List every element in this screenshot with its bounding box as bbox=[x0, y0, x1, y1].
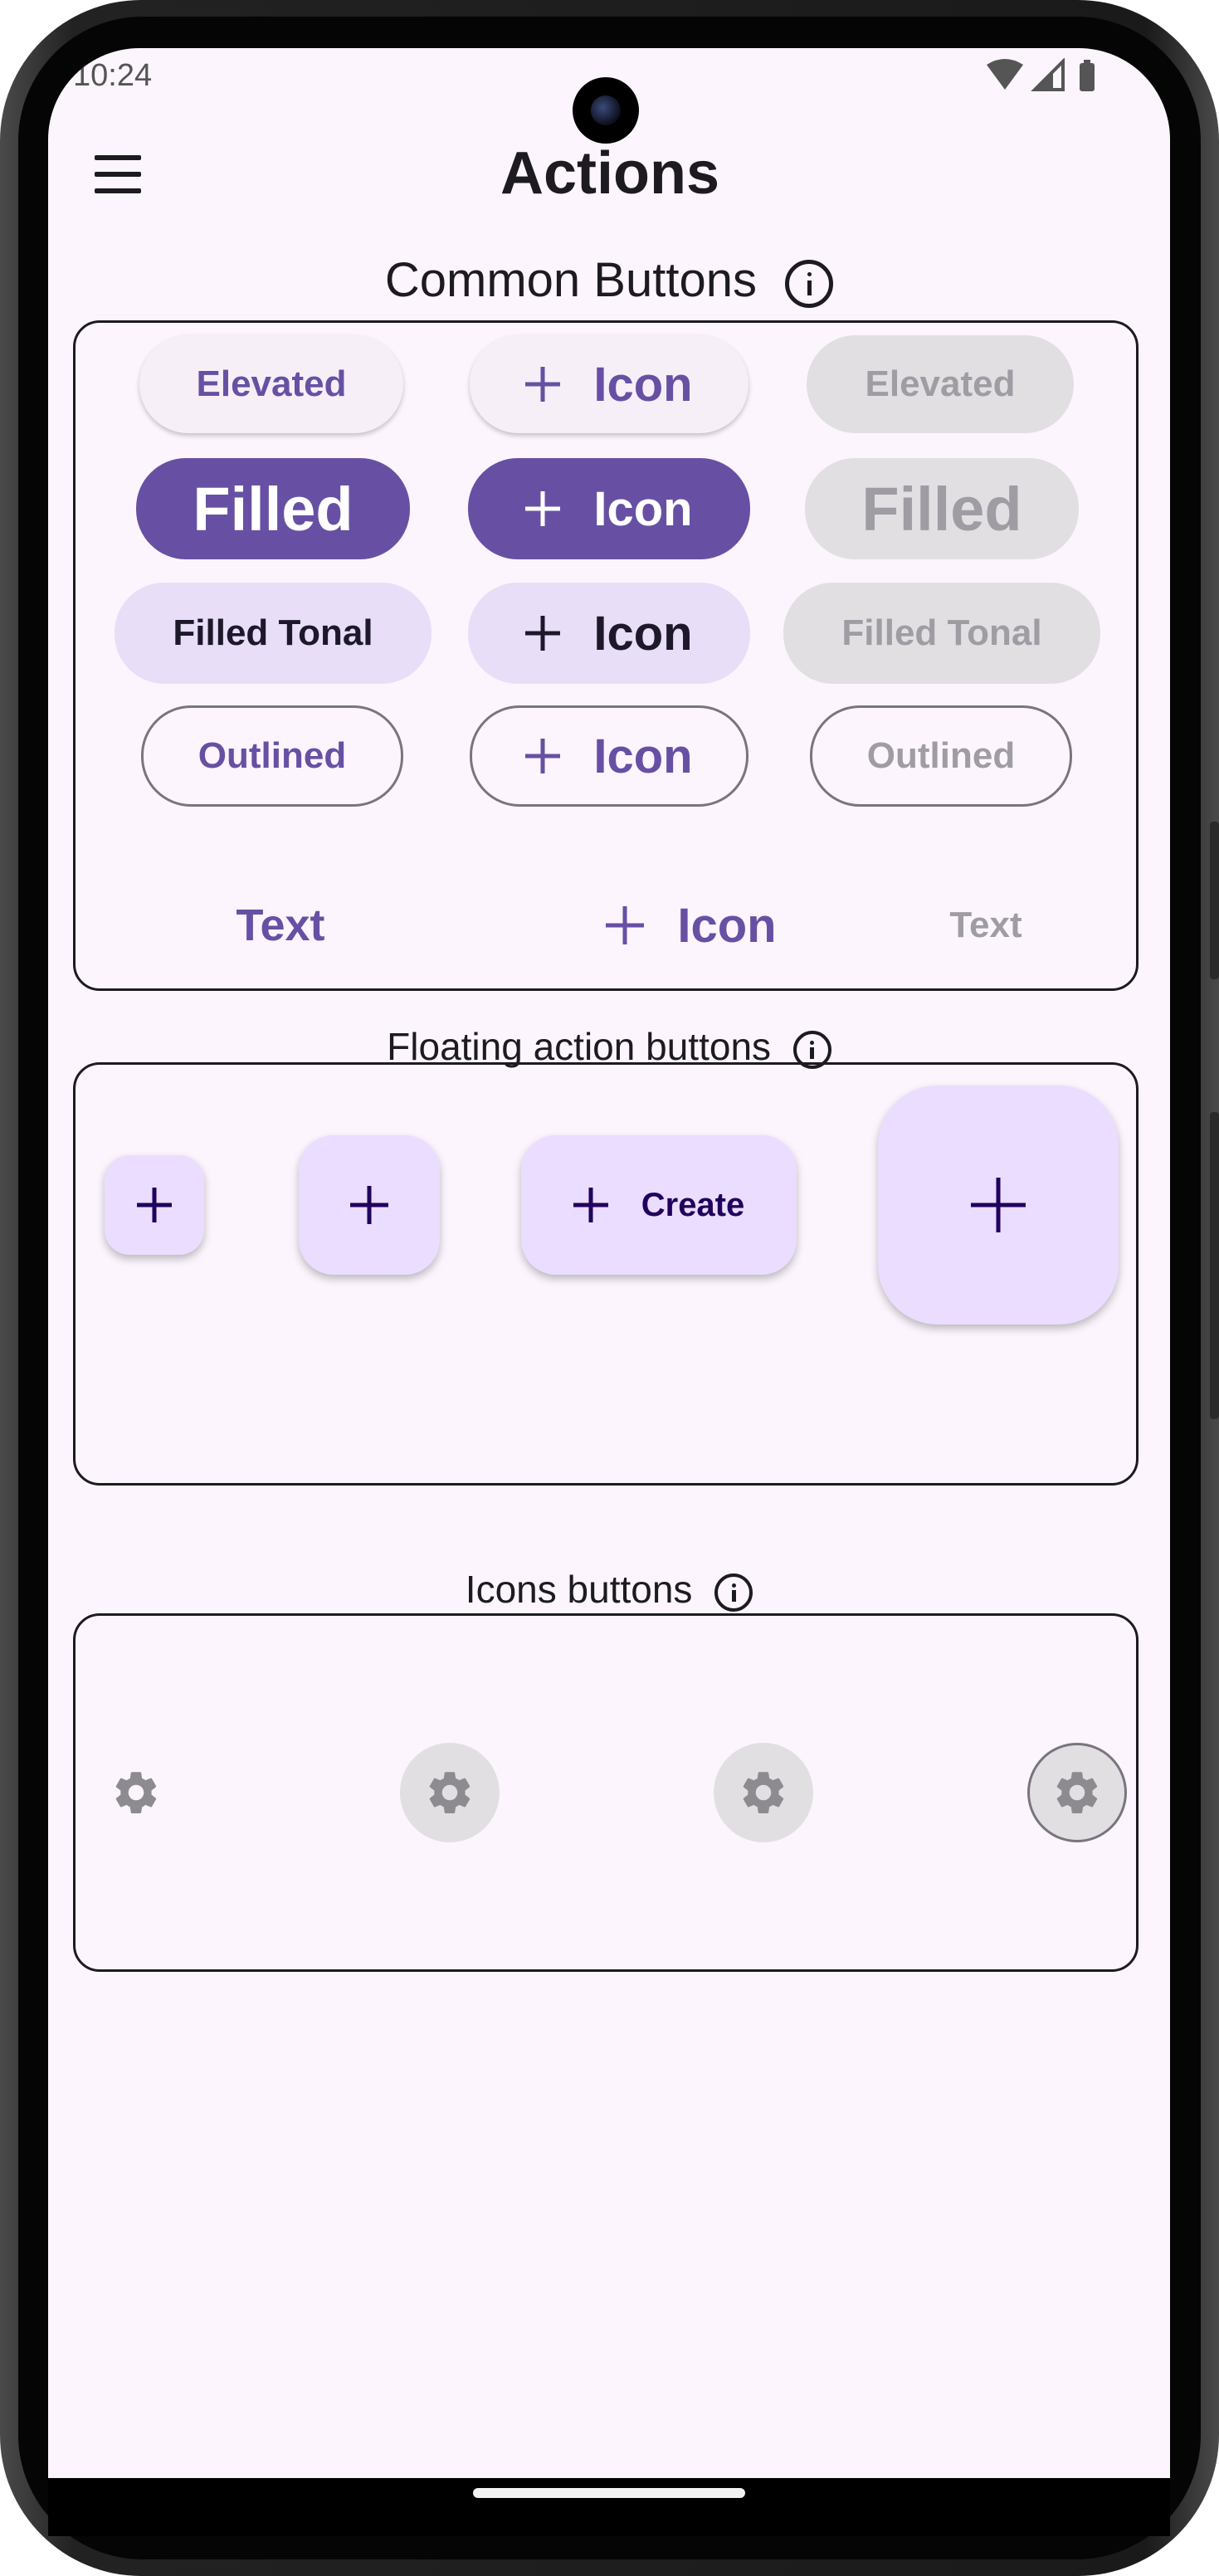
section-title-icons: Icons buttons bbox=[48, 1567, 1170, 1612]
menu-icon[interactable] bbox=[91, 154, 144, 197]
section-title-common-label: Common Buttons bbox=[384, 253, 757, 307]
screen: 10:24 Actions Common Buttons Elevated Ic… bbox=[48, 48, 1170, 2478]
plus-icon bbox=[525, 616, 560, 651]
fab[interactable] bbox=[299, 1135, 440, 1275]
page-title: Actions bbox=[500, 140, 720, 207]
elevated-button-disabled[interactable]: Elevated bbox=[807, 335, 1074, 433]
wifi-icon bbox=[987, 59, 1023, 90]
plus-icon bbox=[525, 367, 560, 402]
plus-icon bbox=[525, 739, 560, 773]
filled-tonal-icon-button[interactable]: Icon bbox=[468, 583, 750, 684]
info-icon[interactable] bbox=[785, 259, 834, 308]
text-button[interactable]: Text bbox=[197, 880, 363, 971]
power-button bbox=[1210, 1112, 1219, 1419]
section-title-icons-label: Icons buttons bbox=[465, 1568, 693, 1611]
elevated-icon-button[interactable]: Icon bbox=[470, 335, 748, 433]
extended-fab-label: Create bbox=[641, 1186, 745, 1223]
icon-button-standard[interactable] bbox=[86, 1743, 186, 1842]
icon-button-tonal[interactable] bbox=[714, 1743, 813, 1842]
battery-icon bbox=[1080, 63, 1095, 91]
plus-icon bbox=[350, 1186, 388, 1224]
plus-icon bbox=[606, 906, 644, 944]
icon-buttons-card bbox=[73, 1613, 1139, 1972]
extended-fab[interactable]: Create bbox=[521, 1135, 797, 1275]
text-icon-button[interactable]: Icon bbox=[554, 880, 828, 971]
large-fab[interactable] bbox=[878, 1086, 1119, 1325]
section-title-common: Common Buttons bbox=[48, 252, 1170, 308]
elevated-button[interactable]: Elevated bbox=[139, 335, 403, 433]
gear-icon bbox=[429, 1772, 471, 1814]
status-time: 10:24 bbox=[73, 58, 153, 93]
filled-tonal-button[interactable]: Filled Tonal bbox=[115, 583, 432, 684]
filled-icon-button[interactable]: Icon bbox=[468, 458, 750, 559]
info-icon[interactable] bbox=[714, 1573, 753, 1612]
small-fab[interactable] bbox=[105, 1155, 204, 1255]
filled-button-disabled[interactable]: Filled bbox=[805, 458, 1079, 559]
icon-button-outlined[interactable] bbox=[1027, 1743, 1127, 1842]
plus-icon bbox=[525, 491, 560, 526]
navigation-bar bbox=[48, 2478, 1170, 2536]
volume-button bbox=[1210, 822, 1219, 979]
gear-icon bbox=[115, 1772, 157, 1814]
plus-icon bbox=[971, 1178, 1026, 1232]
home-indicator[interactable] bbox=[473, 2488, 745, 2498]
plus-icon bbox=[573, 1188, 608, 1222]
outlined-button-disabled[interactable]: Outlined bbox=[810, 705, 1072, 807]
icon-button-filled[interactable] bbox=[400, 1743, 500, 1842]
status-icons bbox=[983, 57, 1100, 95]
outlined-button[interactable]: Outlined bbox=[141, 705, 403, 807]
filled-button[interactable]: Filled bbox=[136, 458, 410, 559]
outlined-icon-button[interactable]: Icon bbox=[470, 705, 748, 807]
gear-icon bbox=[743, 1772, 784, 1814]
filled-tonal-button-disabled[interactable]: Filled Tonal bbox=[783, 583, 1100, 684]
plus-icon bbox=[137, 1188, 172, 1222]
text-button-disabled[interactable]: Text bbox=[911, 880, 1061, 971]
front-camera bbox=[573, 77, 639, 144]
gear-icon bbox=[1056, 1772, 1098, 1814]
